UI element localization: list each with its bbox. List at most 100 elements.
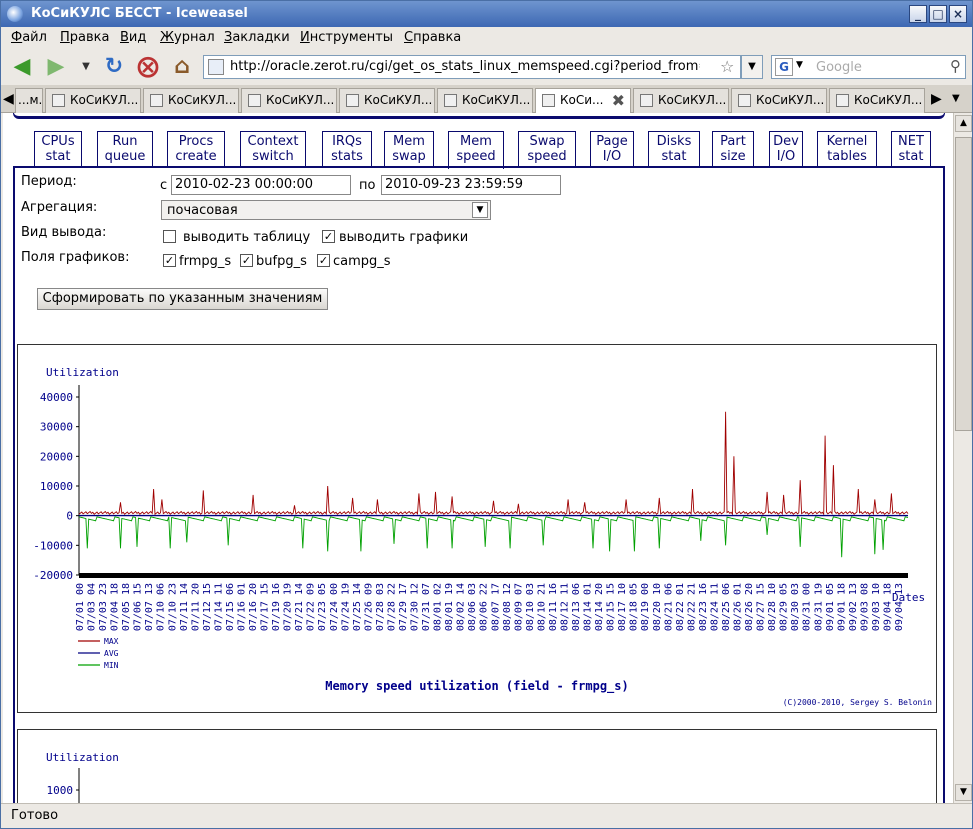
period-to-input[interactable]: 2010-09-23 23:59:59	[381, 175, 561, 195]
field-bufpg-checkbox[interactable]: ✓	[240, 254, 253, 267]
tabs-scroll-left-icon[interactable]: ◀	[3, 91, 14, 107]
search-icon[interactable]: ⚲	[950, 57, 961, 75]
bookmark-star-icon[interactable]: ☆	[720, 57, 734, 76]
tab-mem-speed[interactable]: Mem speed	[448, 131, 504, 169]
show-table-checkbox[interactable]	[163, 230, 176, 243]
chart-frmpg-svg: Utilization 40000 30000 20000 10000 0 -10000 -2…	[33, 366, 932, 707]
show-charts-checkbox[interactable]: ✓	[322, 230, 335, 243]
tab-mem-swap[interactable]: Mem swap	[384, 131, 434, 167]
maximize-button[interactable]: □	[929, 5, 947, 23]
x-tick-label: 07/07 13	[144, 583, 155, 631]
x-tick-label: 08/15 15	[606, 583, 617, 631]
browser-tab[interactable]: ...м...	[15, 88, 43, 113]
tab-cpus-stat[interactable]: CPUs stat	[34, 131, 82, 167]
chart-title: Memory speed utilization (field - frmpg_…	[325, 679, 628, 694]
x-tick-label: 08/06 03	[467, 583, 478, 631]
show-table-label: выводить таблицу	[183, 230, 311, 245]
show-charts-label: выводить графики	[339, 230, 469, 245]
url-text[interactable]: http://oracle.zerot.ru/cgi/get_os_stats_…	[230, 59, 700, 74]
menu-edit[interactable]: Правка	[60, 30, 109, 45]
menu-view[interactable]: Вид	[120, 30, 146, 45]
close-button[interactable]: ×	[949, 5, 967, 23]
reload-icon[interactable]: ↻	[101, 54, 127, 80]
browser-tab[interactable]: КоСиКУЛ...	[633, 88, 729, 113]
browser-tab[interactable]: КоСиКУЛ...	[45, 88, 141, 113]
menu-history[interactable]: Журнал	[160, 30, 215, 45]
tab-disks-stat[interactable]: Disks stat	[648, 131, 700, 167]
x-tick-label: 07/15 06	[225, 583, 236, 631]
field-bufpg-label: bufpg_s	[256, 254, 307, 269]
search-box[interactable]: G ▼ Google ⚲	[771, 55, 966, 79]
browser-tab-active[interactable]: КоСи... ✖	[535, 88, 631, 114]
x-tick-label: 09/01 18	[836, 583, 847, 631]
y-tick-label: -10000	[33, 539, 73, 552]
tab-run-queue[interactable]: Run queue	[97, 131, 153, 167]
x-tick-label: 08/09 07	[513, 583, 524, 631]
tab-page-io[interactable]: Page I/O	[590, 131, 634, 167]
google-engine-icon[interactable]: G	[775, 58, 793, 76]
browser-tab[interactable]: КоСиКУЛ...	[241, 88, 337, 113]
y-axis-label: Utilization	[46, 366, 119, 379]
aggregation-select[interactable]: почасовая ▼	[161, 200, 491, 220]
close-tab-icon[interactable]: ✖	[612, 91, 625, 110]
page-icon	[444, 94, 457, 107]
x-tick-label: 08/14 01	[583, 583, 594, 631]
scroll-up-icon[interactable]: ▲	[955, 115, 972, 132]
menu-file[interactable]: Файл	[11, 30, 47, 45]
legend-label: MIN	[104, 661, 119, 670]
tabs-scroll-right-icon[interactable]: ▶	[931, 91, 942, 107]
x-tick-label: 07/11 20	[190, 583, 201, 631]
tab-kernel-tables[interactable]: Kernel tables	[817, 131, 877, 167]
tab-part-size[interactable]: Part size	[712, 131, 754, 167]
scroll-thumb[interactable]	[955, 137, 972, 431]
minimize-button[interactable]: _	[909, 5, 927, 23]
x-tick-label: 08/14 20	[594, 583, 605, 631]
browser-tab[interactable]: КоСиКУЛ...	[437, 88, 533, 113]
scroll-down-icon[interactable]: ▼	[955, 784, 972, 801]
forward-icon[interactable]: ▶	[43, 54, 69, 80]
iceweasel-icon	[7, 6, 23, 22]
x-tick-label: 08/22 01	[675, 583, 686, 631]
aggregation-label: Агрегация:	[21, 200, 98, 215]
home-icon[interactable]: ⌂	[169, 54, 195, 80]
tab-net-stat[interactable]: NET stat	[891, 131, 931, 167]
y-tick-label: 30000	[40, 421, 73, 434]
tab-swap-speed[interactable]: Swap speed	[518, 131, 576, 167]
browser-tab[interactable]: КоСиКУЛ...	[731, 88, 827, 113]
vertical-scrollbar[interactable]: ▲ ▼	[953, 113, 972, 803]
stop-icon[interactable]: ⨂	[135, 54, 161, 80]
browser-tab[interactable]: КоСиКУЛ...	[829, 88, 925, 113]
url-dropdown-icon[interactable]: ▼	[741, 55, 763, 79]
x-tick-label: 08/13 06	[571, 583, 582, 631]
tab-context-switch[interactable]: Context switch	[240, 131, 306, 167]
tab-procs-create[interactable]: Procs create	[167, 131, 225, 167]
x-tick-label: 07/11 14	[179, 583, 190, 631]
menu-help[interactable]: Справка	[404, 30, 461, 45]
x-tick-label: 08/10 21	[536, 583, 547, 631]
tab-list-icon[interactable]: ▼	[952, 93, 960, 104]
series-min-line	[78, 516, 909, 558]
submit-button[interactable]: Сформировать по указанным значениям	[37, 288, 328, 310]
engine-dropdown-icon[interactable]: ▼	[796, 60, 803, 70]
history-dropdown-icon[interactable]: ▼	[73, 54, 99, 80]
menu-tools[interactable]: Инструменты	[300, 30, 393, 45]
output-label: Вид вывода:	[21, 225, 107, 240]
x-tick-label: 08/06 22	[479, 583, 490, 631]
chevron-down-icon[interactable]: ▼	[472, 202, 488, 218]
field-campg-checkbox[interactable]: ✓	[317, 254, 330, 267]
x-tick-label: 07/01 00	[75, 583, 86, 631]
menu-bookmarks[interactable]: Закладки	[224, 30, 290, 45]
x-tick-label: 08/30 03	[790, 583, 801, 631]
chart-frmpg: Utilization 40000 30000 20000 10000 0 -10000 -2…	[17, 344, 937, 713]
browser-tab[interactable]: КоСиКУЛ...	[143, 88, 239, 113]
legend-label: AVG	[104, 649, 119, 658]
tab-irqs-stats[interactable]: IRQs stats	[322, 131, 372, 167]
url-bar[interactable]: http://oracle.zerot.ru/cgi/get_os_stats_…	[203, 55, 741, 79]
tab-dev-io[interactable]: Dev I/O	[769, 131, 803, 167]
browser-tab[interactable]: КоСиКУЛ...	[339, 88, 435, 113]
back-icon[interactable]: ◀	[9, 54, 35, 80]
x-tick-label: 07/03 04	[87, 583, 98, 631]
period-from-input[interactable]: 2010-02-23 00:00:00	[171, 175, 351, 195]
field-frmpg-checkbox[interactable]: ✓	[163, 254, 176, 267]
search-placeholder[interactable]: Google	[816, 60, 862, 75]
